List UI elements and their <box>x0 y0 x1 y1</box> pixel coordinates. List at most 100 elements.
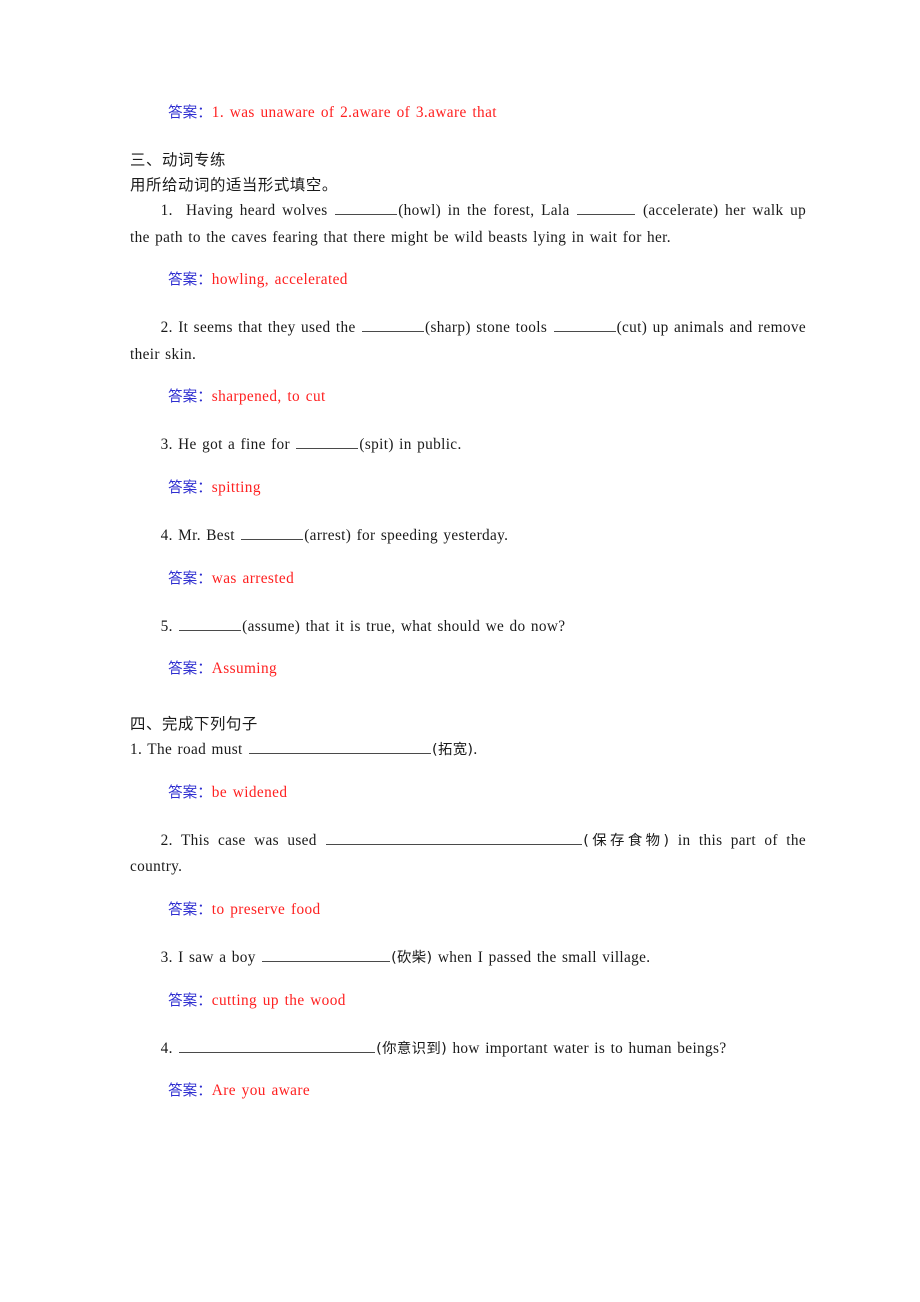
answer-row: 答案：Assuming <box>130 656 806 682</box>
fill-blank[interactable] <box>241 524 304 540</box>
item-text-b: in public. <box>399 436 462 454</box>
section3-instruction: 用所给动词的适当形式填空。 <box>130 176 338 194</box>
question-item: 2. This case was used (保存食物) in this par… <box>130 828 806 881</box>
item-number: 1. <box>160 202 173 219</box>
item-number: 5. <box>160 617 173 635</box>
answer-row: 答案：Are you aware <box>130 1078 806 1104</box>
item-number: 2. <box>160 319 173 337</box>
item-number: 4. <box>160 1039 173 1057</box>
answer-text: 1. was unaware of 2.aware of 3.aware tha… <box>211 104 497 121</box>
answer-text: Assuming <box>211 660 278 678</box>
answer-text: cutting up the wood <box>211 991 346 1009</box>
answer-text: sharpened, to cut <box>211 388 326 406</box>
item-text-a: Mr. Best <box>178 526 235 544</box>
item-hint-a: (spit) <box>359 436 394 454</box>
answer-label: 答案： <box>168 271 212 289</box>
item-hint-b: (accelerate) <box>642 202 719 219</box>
item-number: 2. <box>160 831 173 849</box>
answer-label: 答案： <box>168 478 212 496</box>
item-hint-b: (cut) <box>616 319 648 337</box>
item-hint-a: (砍柴) <box>391 949 433 966</box>
item-number: 3. <box>160 436 173 454</box>
answer-label: 答案： <box>168 569 212 587</box>
fill-blank[interactable] <box>296 434 359 450</box>
answer-row: 答案：sharpened, to cut <box>130 384 806 410</box>
item-text-a: He got a fine for <box>178 436 290 454</box>
item-hint-a: (howl) <box>398 202 442 219</box>
item-text-b: how important water is to human beings? <box>452 1039 727 1057</box>
answer-label: 答案： <box>168 660 212 678</box>
question-item: 4. Mr. Best (arrest) for speeding yester… <box>130 523 806 550</box>
fill-blank[interactable] <box>553 317 616 333</box>
answer-text: to preserve food <box>211 900 321 918</box>
answer-row: 答案：spitting <box>130 475 806 501</box>
item-text-b: in the forest, Lala <box>447 202 570 219</box>
answer-label: 答案： <box>168 104 212 121</box>
item-number: 3. <box>160 948 173 966</box>
section3-heading: 三、动词专练 <box>130 151 226 169</box>
answer-row: 答案：was arrested <box>130 566 806 592</box>
fill-blank[interactable] <box>577 199 636 215</box>
answer-text: was arrested <box>211 569 295 587</box>
section4-heading: 四、完成下列句子 <box>130 715 258 734</box>
answer-label: 答案： <box>168 900 212 918</box>
question-item: 3. I saw a boy (砍柴) when I passed the sm… <box>130 945 806 972</box>
item-hint-a: (你意识到) <box>376 1040 448 1057</box>
item-text-b: . <box>473 741 478 759</box>
item-hint-a: (拓宽) <box>431 742 474 759</box>
answer-label: 答案： <box>168 783 212 801</box>
fill-blank[interactable] <box>326 829 583 845</box>
answer-row: 答案：to preserve food <box>130 897 806 923</box>
item-text-a: Having heard wolves <box>186 202 328 219</box>
question-item: 1. Having heard wolves (howl) in the for… <box>130 198 806 251</box>
item-text-a: I saw a boy <box>178 948 256 966</box>
item-number: 4. <box>160 526 173 544</box>
question-item: 3. He got a fine for (spit) in public. <box>130 432 806 459</box>
fill-blank[interactable] <box>179 1037 376 1053</box>
answer-text: Are you aware <box>211 1082 311 1100</box>
answer-label: 答案： <box>168 1082 212 1100</box>
answer-text: howling, accelerated <box>211 271 348 289</box>
document-page: 答案：1. was unaware of 2.aware of 3.aware … <box>0 0 920 1302</box>
item-hint-a: (sharp) <box>425 319 471 337</box>
fill-blank[interactable] <box>362 317 425 333</box>
document-content: 答案：1. was unaware of 2.aware of 3.aware … <box>130 100 806 1104</box>
question-item: 5. (assume) that it is true, what should… <box>130 614 806 641</box>
item-hint-a: (保存食物) <box>583 832 670 849</box>
fill-blank[interactable] <box>179 615 242 631</box>
item-number: 1. <box>130 741 143 759</box>
answer-row-top: 答案：1. was unaware of 2.aware of 3.aware … <box>130 100 806 126</box>
question-item: 1. The road must (拓宽). <box>130 737 806 764</box>
answer-row: 答案：be widened <box>130 780 806 806</box>
answer-text: spitting <box>211 478 261 496</box>
item-hint-a: (arrest) <box>304 526 352 544</box>
item-text-b: stone tools <box>476 319 548 337</box>
fill-blank[interactable] <box>335 199 398 215</box>
answer-row: 答案：howling, accelerated <box>130 267 806 293</box>
fill-blank[interactable] <box>248 739 431 755</box>
answer-label: 答案： <box>168 991 212 1009</box>
item-text-b: when I passed the small village. <box>437 948 651 966</box>
item-text-a: This case was used <box>180 831 317 849</box>
item-text-a: It seems that they used the <box>178 319 356 337</box>
answer-text: be widened <box>211 783 288 801</box>
question-item: 2. It seems that they used the (sharp) s… <box>130 315 806 368</box>
fill-blank[interactable] <box>262 946 391 962</box>
answer-label: 答案： <box>168 388 212 406</box>
